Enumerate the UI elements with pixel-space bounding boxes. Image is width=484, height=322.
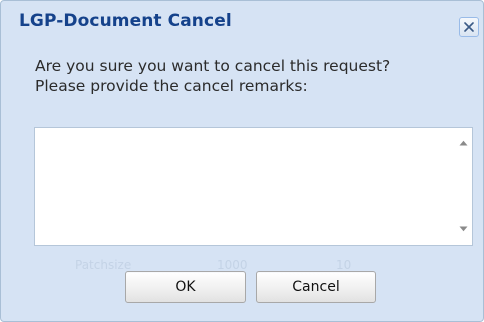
- message-line-2: Please provide the cancel remarks:: [35, 77, 308, 95]
- dialog-title: LGP-Document Cancel: [19, 11, 232, 31]
- remarks-field-container: [34, 127, 473, 246]
- cancel-remarks-textarea[interactable]: [35, 128, 455, 245]
- message-line-1: Are you sure you want to cancel this req…: [35, 57, 391, 75]
- background-label-ghost: Patchsize: [75, 258, 132, 272]
- cancel-dialog: LGP-Document Cancel Are you sure you wan…: [0, 0, 484, 322]
- ok-button[interactable]: OK: [125, 271, 246, 303]
- dialog-titlebar[interactable]: LGP-Document Cancel: [1, 1, 483, 41]
- background-value-ghost-1: 1000: [217, 258, 248, 272]
- confirmation-message: Are you sure you want to cancel this req…: [35, 56, 390, 96]
- scroll-down-arrow-icon[interactable]: [459, 226, 468, 232]
- scroll-up-arrow-icon[interactable]: [459, 140, 468, 146]
- remarks-scrollbar[interactable]: [455, 128, 472, 245]
- background-value-ghost-2: 10: [336, 258, 352, 272]
- close-icon: [464, 22, 474, 32]
- close-button[interactable]: [459, 17, 479, 37]
- cancel-button[interactable]: Cancel: [256, 271, 376, 303]
